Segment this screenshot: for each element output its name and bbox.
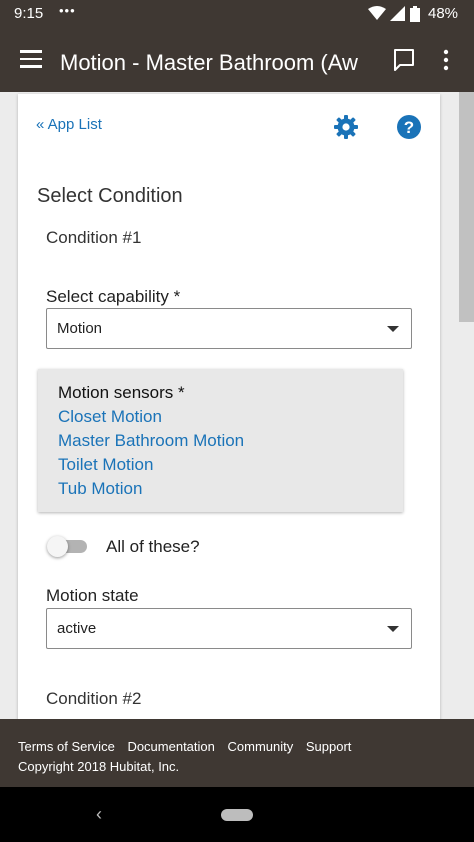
community-link[interactable]: Community (228, 739, 294, 754)
signal-icon (390, 6, 405, 21)
motion-sensors-box[interactable]: Motion sensors * Closet Motion Master Ba… (38, 369, 403, 512)
battery-icon (410, 6, 420, 22)
app-list-link[interactable]: « App List (36, 116, 102, 133)
motion-state-value: active (57, 620, 97, 637)
wifi-icon (368, 6, 386, 20)
status-time: 9:15 (14, 5, 44, 22)
sensor-item[interactable]: Tub Motion (58, 479, 142, 499)
sensor-item[interactable]: Toilet Motion (58, 455, 153, 475)
page-title: Motion - Master Bathroom (Aw (60, 50, 358, 75)
motion-sensors-title: Motion sensors * (58, 383, 185, 402)
terms-link[interactable]: Terms of Service (18, 739, 115, 754)
footer-links: Terms of Service Documentation Community… (18, 739, 360, 754)
footer: Terms of Service Documentation Community… (0, 719, 474, 787)
notification-dots: ••• (59, 3, 76, 18)
support-link[interactable]: Support (306, 739, 352, 754)
documentation-link[interactable]: Documentation (127, 739, 214, 754)
condition-2-heading: Condition #2 (46, 689, 142, 708)
scrollbar[interactable] (459, 92, 474, 322)
section-heading: Select Condition (37, 185, 183, 207)
condition-1-heading: Condition #1 (46, 228, 142, 247)
battery-percent: 48% (428, 5, 459, 22)
system-nav-bar: ‹ (0, 787, 474, 842)
copyright-text: Copyright 2018 Hubitat, Inc. (18, 759, 180, 774)
all-of-these-toggle[interactable] (47, 536, 89, 557)
chevron-down-icon (387, 626, 399, 632)
svg-text:?: ? (404, 118, 414, 137)
capability-value: Motion (57, 320, 103, 337)
toggle-knob (47, 536, 68, 557)
motion-state-label: Motion state (46, 586, 139, 605)
home-pill-icon[interactable] (221, 809, 253, 821)
sensor-item[interactable]: Closet Motion (58, 407, 162, 427)
gear-icon[interactable] (333, 114, 359, 140)
status-bar: 9:15 ••• 48% (0, 0, 474, 28)
help-icon[interactable]: ? (396, 114, 422, 140)
all-of-these-label: All of these? (106, 537, 200, 556)
chevron-down-icon (387, 326, 399, 332)
capability-select[interactable]: Motion (46, 308, 412, 349)
chat-icon[interactable] (392, 48, 416, 72)
app-bar: Motion - Master Bathroom (Aw (0, 28, 474, 92)
more-vert-icon[interactable] (438, 48, 454, 72)
menu-icon[interactable] (20, 50, 42, 68)
sensor-item[interactable]: Master Bathroom Motion (58, 431, 244, 451)
motion-state-select[interactable]: active (46, 608, 412, 649)
capability-label: Select capability * (46, 287, 181, 306)
back-icon[interactable]: ‹ (96, 804, 102, 825)
